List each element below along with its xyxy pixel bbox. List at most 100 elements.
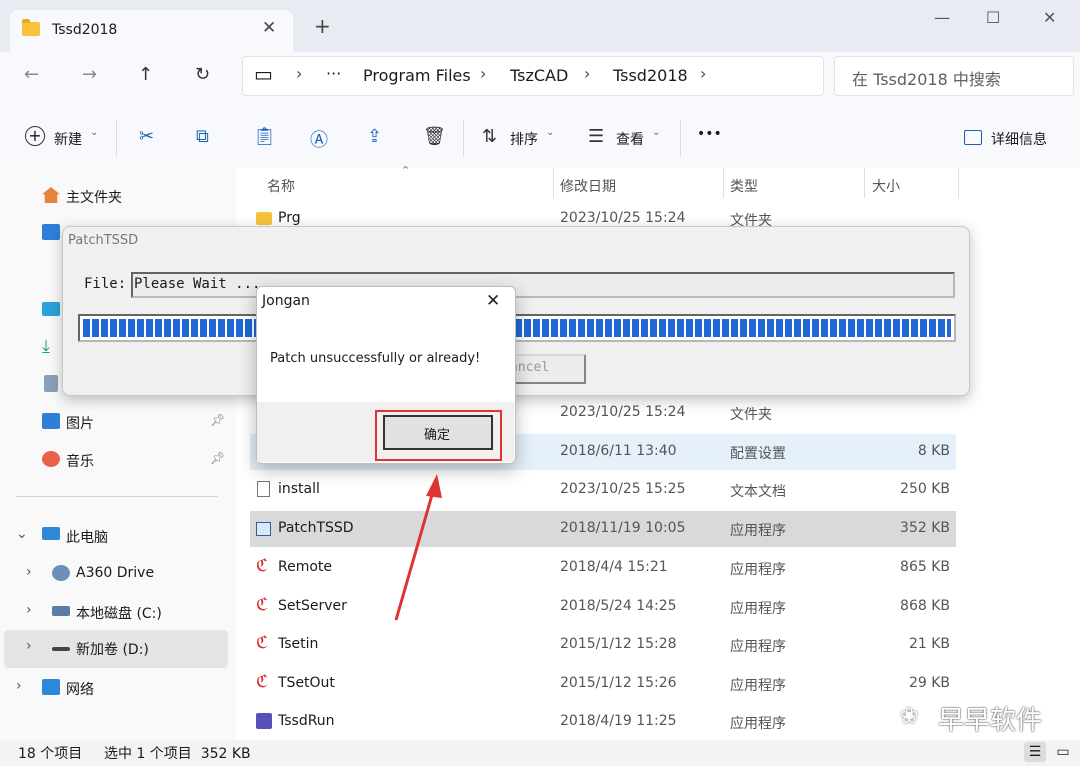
breadcrumb-tszcad[interactable]: TszCAD xyxy=(510,66,568,85)
details-button[interactable]: 详细信息 xyxy=(991,129,1047,149)
file-row-tsetout[interactable]: ℭ TSetOut 2015/1/12 15:26 应用程序 29 KB xyxy=(250,666,956,702)
file-status-value: Please Wait ... xyxy=(134,276,261,292)
sidebar-item-label: 新加卷 (D:) xyxy=(76,642,149,658)
documents-icon[interactable] xyxy=(44,375,58,392)
file-size: 250 KB xyxy=(900,481,950,497)
breadcrumb-program-files[interactable]: Program Files xyxy=(363,66,471,85)
column-header-name[interactable]: 名称 xyxy=(267,176,295,196)
column-divider[interactable] xyxy=(553,168,554,198)
details-view-icon[interactable]: ☰ xyxy=(1024,742,1046,762)
sidebar-item-label: 音乐 xyxy=(66,454,94,470)
rename-icon[interactable]: Ⓐ xyxy=(310,126,328,152)
file-row-remote[interactable]: ℭ Remote 2018/4/4 15:21 应用程序 865 KB xyxy=(250,550,956,586)
share-icon[interactable]: ⇪ xyxy=(367,126,382,147)
file-date: 2023/10/25 15:24 xyxy=(560,210,686,226)
maximize-button[interactable]: ☐ xyxy=(986,8,1000,27)
file-name: TssdRun xyxy=(278,713,335,729)
sidebar-item-home[interactable]: 主文件夹 xyxy=(0,178,236,214)
minimize-button[interactable]: — xyxy=(934,8,950,27)
forward-button[interactable]: → xyxy=(82,64,97,85)
pin-icon[interactable]: 📌︎ xyxy=(210,451,225,465)
file-date: 2018/6/11 13:40 xyxy=(560,443,677,459)
sidebar-item-new-volume-d[interactable]: › 新加卷 (D:) xyxy=(4,630,228,668)
file-date: 2023/10/25 15:25 xyxy=(560,481,686,497)
delete-icon[interactable]: 🗑︎ xyxy=(423,126,446,147)
file-type: 应用程序 xyxy=(730,716,786,732)
cut-icon[interactable]: ✂ xyxy=(139,126,154,147)
sort-icon[interactable]: ⇅ xyxy=(482,126,497,147)
file-row-setserver[interactable]: ℭ SetServer 2018/5/24 14:25 应用程序 868 KB xyxy=(250,589,956,625)
more-options-button[interactable]: ••• xyxy=(697,126,722,142)
tssd-app-icon: ℭ xyxy=(256,672,268,692)
sort-button[interactable]: 排序 xyxy=(510,129,538,149)
chevron-down-icon[interactable]: ⌄ xyxy=(16,526,28,542)
tab-tssd2018[interactable]: Tssd2018 ✕ xyxy=(10,10,293,52)
pictures-icon xyxy=(42,413,60,429)
close-icon[interactable]: ✕ xyxy=(486,291,500,311)
chevron-right-icon[interactable]: › xyxy=(26,638,32,654)
tssd-app-icon: ℭ xyxy=(256,633,268,653)
sidebar-item-local-disk-c[interactable]: › 本地磁盘 (C:) xyxy=(0,594,236,630)
close-tab-icon[interactable]: ✕ xyxy=(262,18,276,38)
selection-info: 选中 1 个项目 352 KB xyxy=(104,746,251,762)
file-type: 应用程序 xyxy=(730,523,786,539)
pin-icon[interactable]: 📌︎ xyxy=(210,413,225,427)
network-icon xyxy=(42,679,60,695)
chevron-right-icon[interactable]: › xyxy=(700,64,706,83)
view-icon[interactable]: ☰ xyxy=(588,126,604,147)
column-divider[interactable] xyxy=(864,168,865,198)
sidebar-item-music[interactable]: 音乐 📌︎ xyxy=(0,442,236,478)
column-header-type[interactable]: 类型 xyxy=(730,176,758,196)
download-icon[interactable]: ⤓ xyxy=(42,336,50,357)
sidebar-item-pictures[interactable]: 图片 📌︎ xyxy=(0,404,236,440)
file-date: 2018/4/19 11:25 xyxy=(560,713,677,729)
desktop-icon[interactable] xyxy=(42,302,60,316)
progress-bar-fill xyxy=(83,319,951,337)
chevron-right-icon: › xyxy=(296,64,303,83)
music-icon xyxy=(42,451,60,467)
close-window-button[interactable]: ✕ xyxy=(1043,8,1056,27)
search-placeholder: 在 Tssd2018 中搜索 xyxy=(852,70,1001,89)
chevron-right-icon[interactable]: › xyxy=(16,678,22,694)
file-date: 2023/10/25 15:24 xyxy=(560,404,686,420)
file-date: 2018/11/19 10:05 xyxy=(560,520,686,536)
view-button[interactable]: 查看 xyxy=(616,129,644,149)
tiles-view-icon[interactable]: ▭ xyxy=(1052,742,1074,762)
file-row-tsetin[interactable]: ℭ Tsetin 2015/1/12 15:28 应用程序 21 KB xyxy=(250,627,956,663)
refresh-button[interactable]: ↻ xyxy=(195,64,210,85)
back-button[interactable]: ← xyxy=(24,64,39,85)
dialog-message: Patch unsuccessfully or already! xyxy=(270,351,481,366)
new-tab-button[interactable]: + xyxy=(314,16,331,36)
chevron-right-icon[interactable]: › xyxy=(26,602,32,618)
column-divider[interactable] xyxy=(958,168,959,198)
sort-ascending-icon: ⌃ xyxy=(401,164,411,177)
wechat-icon: ❀ xyxy=(900,704,919,729)
sidebar-item-a360-drive[interactable]: › A360 Drive xyxy=(0,556,236,592)
up-button[interactable]: ↑ xyxy=(138,64,153,85)
breadcrumb-tssd2018[interactable]: Tssd2018 xyxy=(613,66,688,85)
column-divider[interactable] xyxy=(723,168,724,198)
sidebar-item-network[interactable]: › 网络 xyxy=(0,670,236,706)
sidebar-item-label: 主文件夹 xyxy=(66,190,122,206)
breadcrumb-ellipsis[interactable]: ··· xyxy=(326,64,341,83)
new-icon[interactable]: + xyxy=(25,126,45,146)
details-pane-icon[interactable] xyxy=(964,130,982,145)
tssdrun-app-icon xyxy=(256,713,272,729)
drive-icon xyxy=(52,606,70,616)
column-header-date[interactable]: 修改日期 xyxy=(560,176,616,196)
file-size: 8 KB xyxy=(917,443,950,459)
file-date: 2018/4/4 15:21 xyxy=(560,559,668,575)
file-row-patchtssd[interactable]: PatchTSSD 2018/11/19 10:05 应用程序 352 KB xyxy=(250,511,956,547)
file-row-install[interactable]: install 2023/10/25 15:25 文本文档 250 KB xyxy=(250,472,956,508)
file-row-tssdrun[interactable]: TssdRun 2018/4/19 11:25 应用程序 xyxy=(250,704,956,740)
copy-icon[interactable]: ⧉ xyxy=(196,126,209,147)
chevron-right-icon[interactable]: › xyxy=(26,564,32,580)
file-name: Prg xyxy=(278,210,301,226)
tab-title: Tssd2018 xyxy=(52,22,118,38)
new-button[interactable]: 新建 xyxy=(54,129,82,149)
sidebar-item-this-pc[interactable]: ⌄ 此电脑 xyxy=(0,518,236,554)
gallery-icon[interactable] xyxy=(42,224,60,240)
this-pc-icon[interactable]: ▭ xyxy=(254,62,273,86)
paste-icon[interactable]: 📋︎ xyxy=(253,126,276,147)
column-header-size[interactable]: 大小 xyxy=(872,176,900,196)
